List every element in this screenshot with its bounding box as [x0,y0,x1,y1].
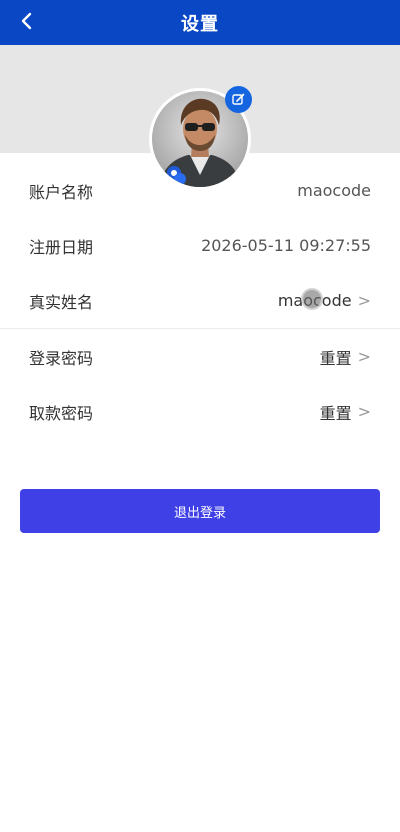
settings-list: 账户名称 maocode 注册日期 2026-05-11 09:27:55 真实… [0,163,400,439]
back-button[interactable] [14,8,40,34]
edit-icon [232,93,245,105]
touch-pointer-indicator [301,288,323,310]
chevron-right-icon: > [357,402,371,421]
edit-avatar-button[interactable] [225,86,252,113]
chevron-right-icon: > [357,347,371,366]
row-real-name[interactable]: 真实姓名 maocode > [0,273,400,328]
chevron-right-icon: > [357,291,371,310]
login-password-label: 登录密码 [29,348,94,368]
real-name-label: 真实姓名 [29,292,94,312]
withdraw-password-label: 取款密码 [29,403,94,423]
top-bar: 设置 [0,0,400,45]
withdraw-password-reset-text: 重置 [319,403,352,423]
account-name-value: maocode [297,181,371,200]
page-title: 设置 [181,13,219,35]
row-login-password[interactable]: 登录密码 重置 > [0,329,400,384]
chevron-left-icon [21,12,32,30]
logout-button[interactable]: 退出登录 [20,489,380,533]
register-date-text: 2026-05-11 09:27:55 [201,236,371,255]
account-name-text: maocode [297,181,371,200]
login-password-reset-text: 重置 [319,348,352,368]
row-register-date: 注册日期 2026-05-11 09:27:55 [0,218,400,273]
real-name-value: maocode > [278,291,371,310]
register-date-value: 2026-05-11 09:27:55 [201,236,371,255]
row-withdraw-password[interactable]: 取款密码 重置 > [0,384,400,439]
login-password-value: 重置 > [320,345,371,369]
withdraw-password-value: 重置 > [320,400,371,424]
register-date-label: 注册日期 [29,237,94,257]
account-name-label: 账户名称 [29,182,94,202]
